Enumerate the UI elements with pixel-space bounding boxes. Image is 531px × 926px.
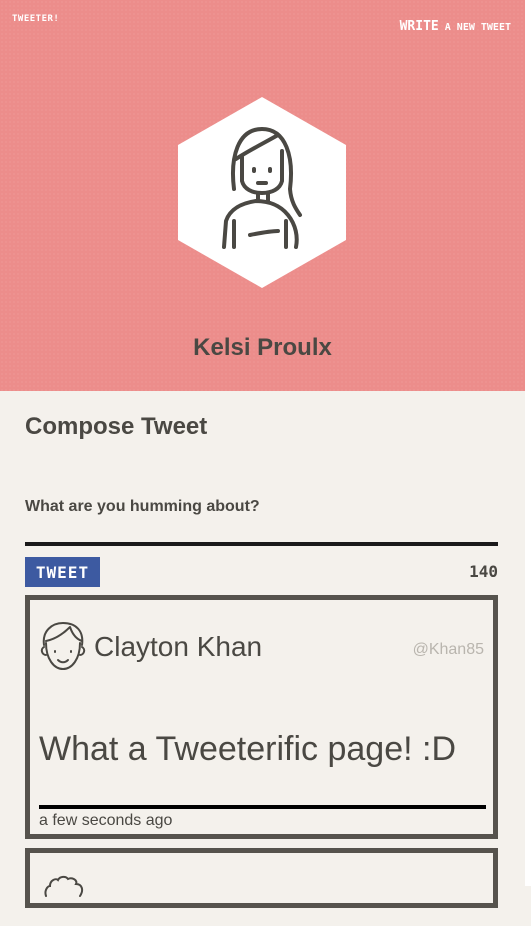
character-counter: 140 (469, 562, 498, 581)
profile-name: Kelsi Proulx (193, 334, 332, 361)
profile-header: TWEETER! WRITE A NEW TWEET Kelsi Proulx (0, 0, 525, 391)
tweet-author-name: Clayton Khan (94, 631, 263, 662)
write-new-tweet-link[interactable]: WRITE A NEW TWEET (400, 15, 511, 34)
man-face-icon (40, 622, 86, 670)
curly-hair-face-icon (44, 875, 84, 897)
tweet-divider (39, 805, 486, 809)
woman-portrait-icon (178, 97, 346, 288)
tweet-card: Clayton Khan @Khan85 What a Tweeterific … (25, 595, 498, 839)
tweet-button[interactable]: TWEET (25, 557, 100, 587)
tweet-author-handle: @Khan85 (412, 641, 484, 658)
write-link-label-small: A NEW TWEET (438, 22, 511, 33)
brand-logo[interactable]: TWEETER! (12, 14, 59, 24)
compose-title: Compose Tweet (25, 413, 208, 440)
tweet-text-input[interactable] (25, 496, 498, 546)
tweet-timestamp: a few seconds ago (39, 812, 173, 829)
tweet-card (25, 848, 498, 908)
scrollbar-track[interactable] (525, 0, 531, 886)
write-link-label-big: WRITE (399, 19, 439, 34)
tweet-text: What a Tweeterific page! :D (39, 730, 457, 768)
